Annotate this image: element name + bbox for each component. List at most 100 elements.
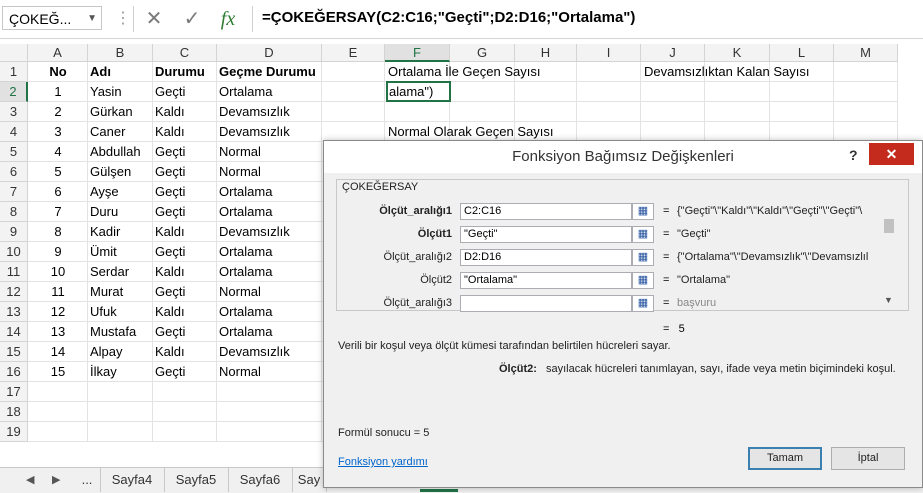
table-cell[interactable]: Ortalama: [217, 182, 322, 202]
column-header-j[interactable]: J: [641, 44, 705, 62]
grid-cell[interactable]: [770, 82, 834, 102]
header-name[interactable]: Adı: [88, 62, 153, 82]
header-no[interactable]: No: [28, 62, 88, 82]
table-cell[interactable]: Geçti: [153, 202, 217, 222]
table-cell[interactable]: Normal: [217, 162, 322, 182]
grid-cell[interactable]: [515, 82, 577, 102]
row-header-7[interactable]: 7: [0, 182, 28, 202]
table-cell[interactable]: Normal: [217, 142, 322, 162]
grid-cell[interactable]: [770, 102, 834, 122]
table-cell[interactable]: Abdullah: [88, 142, 153, 162]
table-cell[interactable]: Alpay: [88, 342, 153, 362]
collapse-dialog-icon[interactable]: ▦: [632, 295, 654, 312]
table-cell[interactable]: Geçti: [153, 182, 217, 202]
grid-cell[interactable]: [28, 402, 88, 422]
collapse-dialog-icon[interactable]: ▦: [632, 249, 654, 266]
row-header-17[interactable]: 17: [0, 382, 28, 402]
table-cell[interactable]: 13: [28, 322, 88, 342]
row-header-18[interactable]: 18: [0, 402, 28, 422]
table-cell[interactable]: Gülşen: [88, 162, 153, 182]
scroll-left-icon[interactable]: ◀: [26, 473, 34, 486]
table-cell[interactable]: Geçti: [153, 142, 217, 162]
table-cell[interactable]: 3: [28, 122, 88, 142]
table-cell[interactable]: 12: [28, 302, 88, 322]
grid-cell[interactable]: [217, 382, 322, 402]
cancel-icon[interactable]: ✕: [140, 6, 168, 32]
grid-cell[interactable]: [88, 382, 153, 402]
grid-cell[interactable]: [641, 122, 705, 142]
scroll-right-icon[interactable]: ▶: [52, 473, 60, 486]
row-header-9[interactable]: 9: [0, 222, 28, 242]
row-header-3[interactable]: 3: [0, 102, 28, 122]
column-header-h[interactable]: H: [515, 44, 577, 62]
table-cell[interactable]: Ortalama: [217, 302, 322, 322]
function-help-link[interactable]: Fonksiyon yardımı: [338, 456, 428, 468]
grid-cell[interactable]: [217, 422, 322, 442]
header-status[interactable]: Durumu: [153, 62, 217, 82]
grid-cell[interactable]: [450, 82, 515, 102]
ok-button[interactable]: Tamam: [748, 447, 822, 470]
grid-cell[interactable]: [834, 82, 898, 102]
table-cell[interactable]: 11: [28, 282, 88, 302]
table-cell[interactable]: Geçti: [153, 162, 217, 182]
formula-input[interactable]: =ÇOKEĞERSAY(C2:C16;"Geçti";D2:D16;"Ortal…: [262, 9, 635, 26]
insert-function-icon[interactable]: fx: [214, 6, 242, 32]
argument-input[interactable]: C2:C16: [460, 203, 632, 220]
collapse-dialog-icon[interactable]: ▦: [632, 203, 654, 220]
column-header-a[interactable]: A: [28, 44, 88, 62]
row-header-5[interactable]: 5: [0, 142, 28, 162]
grid-cell[interactable]: [88, 402, 153, 422]
enter-icon[interactable]: ✓: [178, 6, 206, 32]
grid-cell[interactable]: [28, 422, 88, 442]
row-header-4[interactable]: 4: [0, 122, 28, 142]
table-cell[interactable]: Normal: [217, 282, 322, 302]
row-header-13[interactable]: 13: [0, 302, 28, 322]
table-cell[interactable]: Ortalama: [217, 82, 322, 102]
row-header-19[interactable]: 19: [0, 422, 28, 442]
table-cell[interactable]: Gürkan: [88, 102, 153, 122]
table-cell[interactable]: Ortalama: [217, 242, 322, 262]
table-cell[interactable]: İlkay: [88, 362, 153, 382]
table-cell[interactable]: Ortalama: [217, 262, 322, 282]
row-header-12[interactable]: 12: [0, 282, 28, 302]
table-cell[interactable]: Kadir: [88, 222, 153, 242]
column-header-c[interactable]: C: [153, 44, 217, 62]
column-header-d[interactable]: D: [217, 44, 322, 62]
grid-cell[interactable]: [770, 122, 834, 142]
cell-f1-label[interactable]: Ortalama İle Geçen Sayısı: [386, 62, 540, 82]
table-cell[interactable]: Geçti: [153, 242, 217, 262]
cell-j1-label[interactable]: Devamsızlıktan Kalan Sayısı: [642, 62, 809, 82]
grid-cell[interactable]: [834, 62, 898, 82]
collapse-dialog-icon[interactable]: ▦: [632, 272, 654, 289]
table-cell[interactable]: 6: [28, 182, 88, 202]
table-cell[interactable]: Devamsızlık: [217, 102, 322, 122]
table-cell[interactable]: Kaldı: [153, 302, 217, 322]
table-cell[interactable]: 10: [28, 262, 88, 282]
grid-cell[interactable]: [705, 102, 770, 122]
table-cell[interactable]: Serdar: [88, 262, 153, 282]
table-cell[interactable]: Geçti: [153, 82, 217, 102]
grid-cell[interactable]: [217, 402, 322, 422]
grid-cell[interactable]: [322, 82, 385, 102]
table-cell[interactable]: Geçti: [153, 362, 217, 382]
grid-cell[interactable]: [834, 122, 898, 142]
grid-cell[interactable]: [577, 102, 641, 122]
row-header-8[interactable]: 8: [0, 202, 28, 222]
grid-cell[interactable]: [641, 102, 705, 122]
table-cell[interactable]: Yasin: [88, 82, 153, 102]
grid-cell[interactable]: [153, 422, 217, 442]
grid-cell[interactable]: [705, 122, 770, 142]
grid-cell[interactable]: [577, 122, 641, 142]
table-cell[interactable]: Mustafa: [88, 322, 153, 342]
argument-input[interactable]: D2:D16: [460, 249, 632, 266]
column-header-g[interactable]: G: [450, 44, 515, 62]
chevron-down-icon[interactable]: ▼: [87, 7, 97, 31]
row-header-2[interactable]: 2: [0, 82, 28, 102]
cell-f4-label[interactable]: Normal Olarak Geçen Sayısı: [386, 122, 553, 142]
grid-cell[interactable]: [322, 102, 385, 122]
grid-cell[interactable]: [88, 422, 153, 442]
table-cell[interactable]: Ümit: [88, 242, 153, 262]
sheet-tab-ellipsis[interactable]: ...: [74, 468, 101, 492]
table-cell[interactable]: Kaldı: [153, 222, 217, 242]
active-cell-f2[interactable]: alama"): [386, 81, 451, 102]
